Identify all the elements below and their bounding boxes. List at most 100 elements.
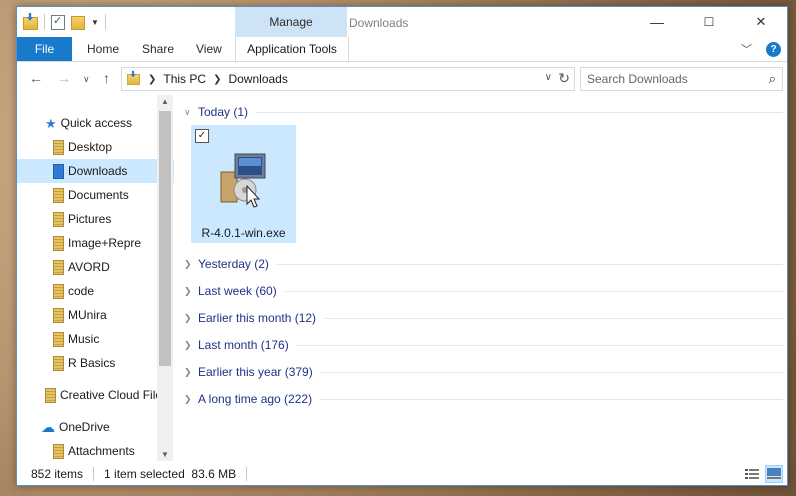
address-bar[interactable]: ❯ This PC ❯ Downloads ∨ ↻ — [121, 67, 575, 91]
chevron-right-icon[interactable]: ❯ — [184, 340, 198, 351]
group-header-yesterday[interactable]: ❯ Yesterday (2) — [184, 253, 783, 275]
status-divider — [246, 467, 248, 481]
selection-checkbox[interactable]: ✓ — [195, 129, 209, 143]
installer-icon — [220, 153, 266, 208]
folder-icon — [53, 331, 64, 347]
maximize-button[interactable]: ☐ — [683, 7, 735, 37]
chevron-right-icon[interactable]: ❯ — [184, 367, 198, 378]
scrollbar-thumb[interactable] — [159, 111, 171, 366]
downloads-folder-icon — [127, 73, 140, 85]
group-divider — [296, 344, 783, 346]
status-divider — [93, 467, 95, 481]
sidebar-item-label: code — [68, 284, 95, 298]
navigation-pane: ★ Quick access Desktop 📌 Downloads 📌 Doc… — [17, 95, 195, 461]
group-header-last-month[interactable]: ❯ Last month (176) — [184, 334, 783, 356]
toolbar-divider — [104, 14, 106, 30]
explorer-window: ▼ Manage Downloads — ☐ ✕ File Home Share… — [16, 6, 788, 486]
forward-arrow-icon[interactable]: → — [57, 70, 71, 86]
quick-access-toolbar: ▼ — [23, 14, 106, 30]
new-folder-icon[interactable] — [71, 16, 85, 30]
group-divider — [256, 111, 783, 113]
sidebar-item-label: R Basics — [68, 356, 116, 370]
group-header-earlier-this-month[interactable]: ❯ Earlier this month (12) — [184, 307, 783, 329]
folder-icon — [53, 283, 64, 299]
sidebar-item-label: Attachments — [68, 444, 135, 458]
sidebar-item-label: Music — [68, 332, 100, 346]
chevron-right-icon[interactable]: ❯ — [184, 313, 198, 324]
folder-icon — [53, 211, 64, 227]
file-list: ∨ Today (1) ✓ R-4.0.1-win.exe ❯ Yesterda… — [174, 95, 787, 461]
sidebar-item-label: AVORD — [68, 260, 110, 274]
group-divider — [320, 371, 783, 373]
group-label: Today (1) — [198, 105, 249, 119]
group-header-earlier-this-year[interactable]: ❯ Earlier this year (379) — [184, 361, 783, 383]
large-icons-view-button[interactable] — [765, 465, 783, 483]
breadcrumb-chevron-icon[interactable]: ❯ — [213, 74, 221, 85]
star-icon: ★ — [45, 115, 57, 131]
folder-icon — [53, 259, 64, 275]
customize-toolbar-icon[interactable]: ▼ — [91, 18, 99, 27]
up-arrow-icon[interactable]: ↑ — [103, 70, 110, 86]
toolbar-divider — [44, 14, 45, 30]
sidebar-item-label: Pictures — [68, 212, 112, 226]
sidebar-item-label: Desktop — [68, 140, 113, 154]
cloud-icon: ☁ — [41, 418, 55, 435]
group-divider — [276, 263, 783, 265]
breadcrumb-chevron-icon[interactable]: ❯ — [148, 74, 156, 85]
minimize-button[interactable]: — — [631, 7, 683, 37]
selection-info: 1 item selected 83.6 MB — [104, 467, 237, 481]
recent-locations-chevron-icon[interactable]: ∨ — [83, 74, 90, 85]
refresh-icon[interactable]: ↻ — [558, 70, 570, 87]
breadcrumb-downloads[interactable]: Downloads — [228, 72, 287, 86]
sidebar-item-label: Image+Repre — [68, 236, 142, 250]
navigation-bar: ← → ∨ ↑ ❯ This PC ❯ Downloads ∨ ↻ Search… — [17, 62, 787, 94]
large-icons-view-icon — [767, 468, 781, 479]
scroll-down-icon[interactable]: ▼ — [161, 450, 169, 459]
expand-ribbon-icon[interactable]: ﹀ — [741, 41, 752, 57]
downloads-folder-icon — [53, 163, 64, 179]
folder-icon — [53, 443, 64, 459]
chevron-down-icon[interactable]: ∨ — [184, 107, 198, 118]
folder-icon — [53, 187, 64, 203]
group-label: Earlier this month (12) — [198, 311, 317, 325]
item-count: 852 items — [31, 467, 84, 481]
sidebar-item-label: Documents — [68, 188, 129, 202]
close-button[interactable]: ✕ — [735, 7, 787, 37]
help-icon[interactable]: ? — [766, 41, 781, 57]
chevron-right-icon[interactable]: ❯ — [184, 394, 198, 405]
file-tile[interactable]: ✓ R-4.0.1-win.exe — [191, 125, 296, 243]
folder-icon — [53, 235, 64, 251]
address-dropdown-icon[interactable]: ∨ — [545, 72, 552, 83]
tab-home[interactable]: Home — [87, 37, 119, 61]
folder-icon — [53, 307, 64, 323]
tab-application-tools[interactable]: Application Tools — [235, 37, 349, 61]
tab-view[interactable]: View — [196, 37, 222, 61]
folder-icon — [53, 139, 64, 155]
back-arrow-icon[interactable]: ← — [29, 70, 43, 86]
scroll-up-icon[interactable]: ▲ — [161, 97, 169, 106]
group-label: Last week (60) — [198, 284, 277, 298]
breadcrumb-this-pc[interactable]: This PC — [163, 72, 206, 86]
title-bar: ▼ Manage Downloads — ☐ ✕ — [17, 7, 787, 37]
group-header-last-week[interactable]: ❯ Last week (60) — [184, 280, 783, 302]
group-label: Earlier this year (379) — [198, 365, 313, 379]
search-icon: ⌕ — [768, 71, 776, 86]
sidebar-scrollbar[interactable]: ▲ ▼ — [157, 95, 173, 461]
sidebar-item-label: Creative Cloud File — [60, 388, 163, 402]
sidebar-item-label: OneDrive — [59, 420, 110, 434]
sidebar-item-label: Quick access — [60, 116, 133, 130]
tab-share[interactable]: Share — [142, 37, 174, 61]
properties-icon[interactable] — [51, 14, 65, 30]
search-input[interactable]: Search Downloads ⌕ — [580, 67, 783, 91]
chevron-right-icon[interactable]: ❯ — [184, 259, 198, 270]
group-header-a-long-time-ago[interactable]: ❯ A long time ago (222) — [184, 388, 783, 410]
folder-icon — [53, 355, 64, 371]
sidebar-item-label: Downloads — [68, 164, 128, 178]
group-label: Yesterday (2) — [198, 257, 269, 271]
window-title: Downloads — [349, 16, 409, 30]
group-header-today[interactable]: ∨ Today (1) — [184, 101, 783, 123]
details-view-button[interactable] — [743, 465, 761, 483]
folder-icon — [45, 387, 56, 403]
tab-file[interactable]: File — [17, 37, 72, 61]
chevron-right-icon[interactable]: ❯ — [184, 286, 198, 297]
